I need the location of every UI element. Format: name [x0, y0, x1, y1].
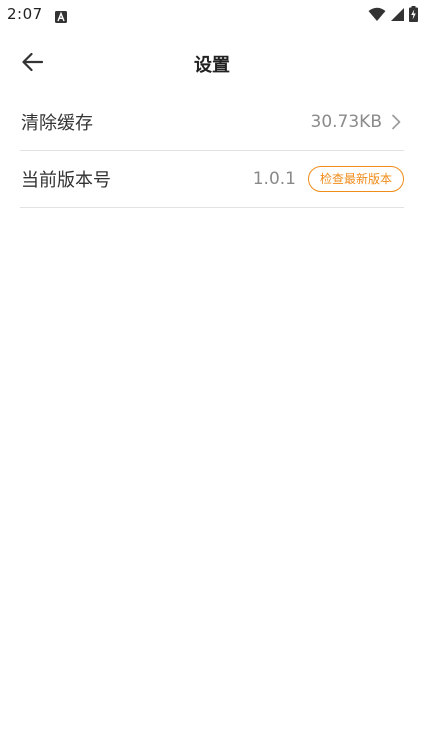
cache-size-value: 30.73KB: [310, 112, 382, 132]
clear-cache-row[interactable]: 清除缓存 30.73KB: [20, 94, 404, 151]
chevron-right-icon: [392, 114, 401, 130]
page-title: 设置: [194, 55, 230, 76]
status-icons: [368, 6, 418, 22]
clear-cache-right: 30.73KB: [311, 112, 404, 132]
wifi-icon: [368, 7, 386, 22]
status-bar: 2:07: [0, 0, 424, 30]
version-right: 1.0.1 检查最新版本: [253, 166, 404, 192]
check-update-button[interactable]: 检查最新版本: [307, 166, 404, 192]
settings-list: 清除缓存 30.73KB 当前版本号 1.0.1 检查最新版本: [20, 94, 404, 208]
header: 设置: [0, 38, 424, 86]
a-notification-icon: [55, 8, 67, 23]
battery-charging-icon: [409, 6, 418, 22]
version-label: 当前版本号: [21, 170, 111, 191]
version-value: 1.0.1: [252, 169, 296, 189]
clear-cache-label: 清除缓存: [21, 113, 93, 134]
version-row: 当前版本号 1.0.1 检查最新版本: [20, 151, 404, 208]
signal-icon: [390, 7, 405, 22]
status-time: 2:07: [7, 5, 43, 23]
